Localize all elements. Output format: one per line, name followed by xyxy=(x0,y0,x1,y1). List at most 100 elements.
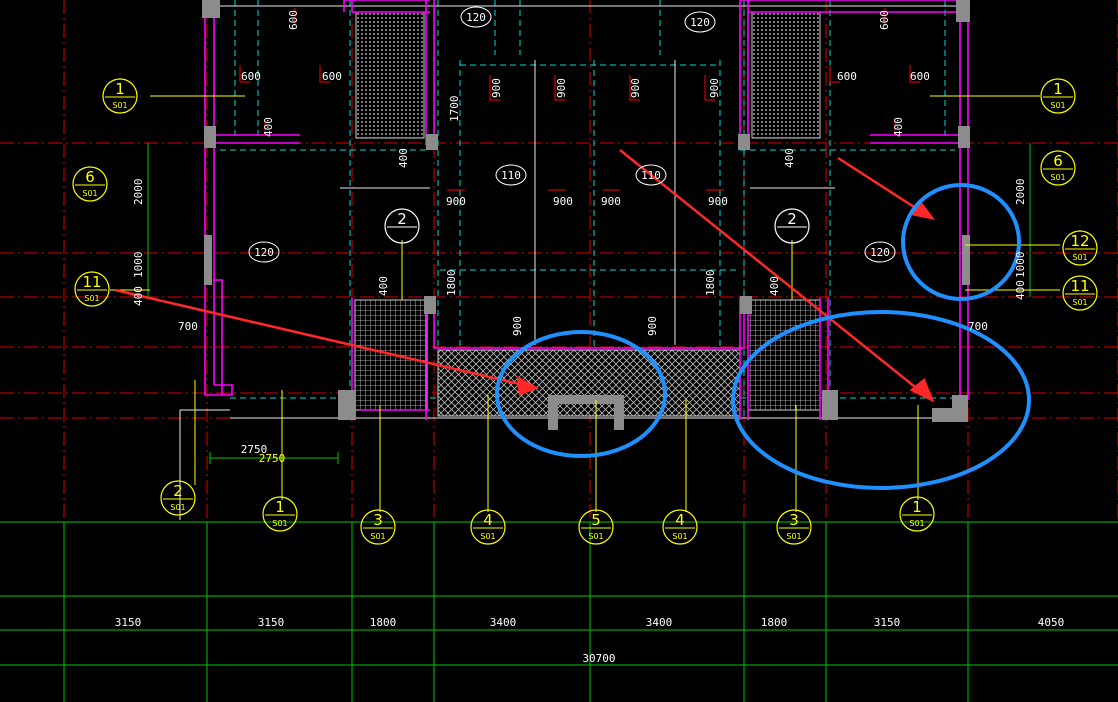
bay-dimension-label: 1800 xyxy=(761,616,788,629)
bay-dimension-label: 4050 xyxy=(1038,616,1065,629)
total-dimension-label: 30700 xyxy=(582,652,615,665)
beam-dimension-label: 400 xyxy=(892,117,905,137)
beam-dimension-label: 2000 xyxy=(1014,179,1027,206)
bay-dimension-label: 3400 xyxy=(646,616,673,629)
bubble-sheet: S01 xyxy=(1050,173,1065,182)
beam-dimension-label: 400 xyxy=(768,276,781,296)
bay-dimension-label: 3400 xyxy=(490,616,517,629)
bubble-number: 11 xyxy=(82,273,101,291)
beam-dimension-label: 900 xyxy=(511,316,524,336)
bay-dimension-label: 3150 xyxy=(874,616,901,629)
bubble-number: 2 xyxy=(173,482,183,500)
bubble-sheet: S01 xyxy=(588,532,603,541)
bubble-sheet: S01 xyxy=(1072,253,1087,262)
detail-bubble: 5S01 xyxy=(578,509,614,545)
bubble-number: 2 xyxy=(787,210,797,228)
beam-dimension-label: 900 xyxy=(708,195,728,208)
cad-drawing-canvas: 3150 3150 1800 3400 3400 1800 3150 405030700275… xyxy=(0,0,1118,702)
beam-dimension-label: 600 xyxy=(910,70,930,83)
bubble-number: 4 xyxy=(675,511,685,529)
detail-bubble: 12S01 xyxy=(1062,230,1098,266)
white-thin-lines xyxy=(179,5,965,520)
beam-dimension-label: 1800 xyxy=(445,270,458,297)
detail-dimension-label-yellow: 2750 xyxy=(259,452,286,465)
beam-dimension-label: 700 xyxy=(178,320,198,333)
green-dimension-grid xyxy=(0,143,1118,702)
bubble-number: 6 xyxy=(85,168,95,186)
beam-dimension-label: 600 xyxy=(287,10,300,30)
slab-thickness-label: 120 xyxy=(870,246,890,259)
detail-bubble: 3S01 xyxy=(776,509,812,545)
detail-bubble: 2 xyxy=(774,208,810,244)
detail-bubbles: 1S016S0111S012 21S016S0112S0111S012S01 1S0… xyxy=(72,78,1098,545)
beam-dimension-label: 600 xyxy=(837,70,857,83)
detail-bubble: 1S01 xyxy=(262,496,298,532)
detail-bubble: 3S01 xyxy=(360,509,396,545)
detail-bubble: 1S01 xyxy=(102,78,138,114)
detail-bubble: 6S01 xyxy=(1040,150,1076,186)
bubble-sheet: S01 xyxy=(1050,101,1065,110)
bubble-sheet: S01 xyxy=(370,532,385,541)
bubble-sheet: S01 xyxy=(1072,298,1087,307)
beam-dimension-label: 900 xyxy=(490,78,503,98)
beam-dimension-label: 1700 xyxy=(448,96,461,123)
bubble-number: 2 xyxy=(397,210,407,228)
bubble-sheet: S01 xyxy=(480,532,495,541)
detail-bubble: 2S01 xyxy=(160,480,196,516)
detail-bubble: 11S01 xyxy=(1062,275,1098,311)
beam-dimension-label: 900 xyxy=(629,78,642,98)
beam-dimension-label: 1000 xyxy=(132,252,145,279)
beam-dimension-label: 400 xyxy=(132,286,145,306)
bubble-number: 4 xyxy=(483,511,493,529)
beam-dimension-label: 900 xyxy=(446,195,466,208)
bubble-sheet: S01 xyxy=(672,532,687,541)
bubble-sheet: S01 xyxy=(82,189,97,198)
beam-dimension-label: 900 xyxy=(646,316,659,336)
beam-dimension-label: 900 xyxy=(553,195,573,208)
bubble-sheet: S01 xyxy=(909,519,924,528)
bubble-number: 5 xyxy=(591,511,601,529)
beam-dimension-label: 600 xyxy=(241,70,261,83)
bubble-number: 1 xyxy=(912,498,922,516)
hatch-regions xyxy=(354,11,821,417)
bay-dimension-label: 3150 xyxy=(115,616,142,629)
beam-dimension-label: 900 xyxy=(708,78,721,98)
detail-bubble: 2 xyxy=(384,208,420,244)
beam-dimension-label: 900 xyxy=(601,195,621,208)
beam-dimension-label: 400 xyxy=(783,148,796,168)
bubble-sheet: S01 xyxy=(84,294,99,303)
bubble-sheet: S01 xyxy=(112,101,127,110)
bubble-sheet: S01 xyxy=(786,532,801,541)
beam-dimension-label: 400 xyxy=(397,148,410,168)
bay-dimension-label: 1800 xyxy=(370,616,397,629)
detail-bubble: 4S01 xyxy=(662,509,698,545)
beam-dimension-label: 900 xyxy=(555,78,568,98)
bubble-number: 3 xyxy=(373,511,383,529)
beam-dimension-label: 1800 xyxy=(704,270,717,297)
detail-bubble: 6S01 xyxy=(72,166,108,202)
bubble-sheet: S01 xyxy=(170,503,185,512)
beam-dimension-label: 400 xyxy=(1014,280,1027,300)
slab-thickness-label: 110 xyxy=(641,169,661,182)
detail-bubble: 1S01 xyxy=(1040,78,1076,114)
beam-dimension-label: 700 xyxy=(968,320,988,333)
detail-bubble: 1S01 xyxy=(899,496,935,532)
bubble-number: 3 xyxy=(789,511,799,529)
bay-dimension-label: 3150 xyxy=(258,616,285,629)
beam-dimension-label: 600 xyxy=(878,10,891,30)
beam-dimension-label: 400 xyxy=(377,276,390,296)
detail-bubble: 11S01 xyxy=(74,271,110,307)
slab-thickness-label: 110 xyxy=(501,169,521,182)
slab-thickness-label: 120 xyxy=(254,246,274,259)
bubble-number: 6 xyxy=(1053,152,1063,170)
slab-thickness-label: 120 xyxy=(690,16,710,29)
bubble-sheet: S01 xyxy=(272,519,287,528)
bubble-number: 1 xyxy=(275,498,285,516)
bubble-number: 1 xyxy=(1053,80,1063,98)
beam-dimension-label: 2000 xyxy=(132,179,145,206)
bubble-number: 12 xyxy=(1070,232,1089,250)
detail-bubble: 4S01 xyxy=(470,509,506,545)
beam-dimension-label: 1000 xyxy=(1014,252,1027,279)
bubble-number: 11 xyxy=(1070,277,1089,295)
beam-dimension-label: 600 xyxy=(322,70,342,83)
